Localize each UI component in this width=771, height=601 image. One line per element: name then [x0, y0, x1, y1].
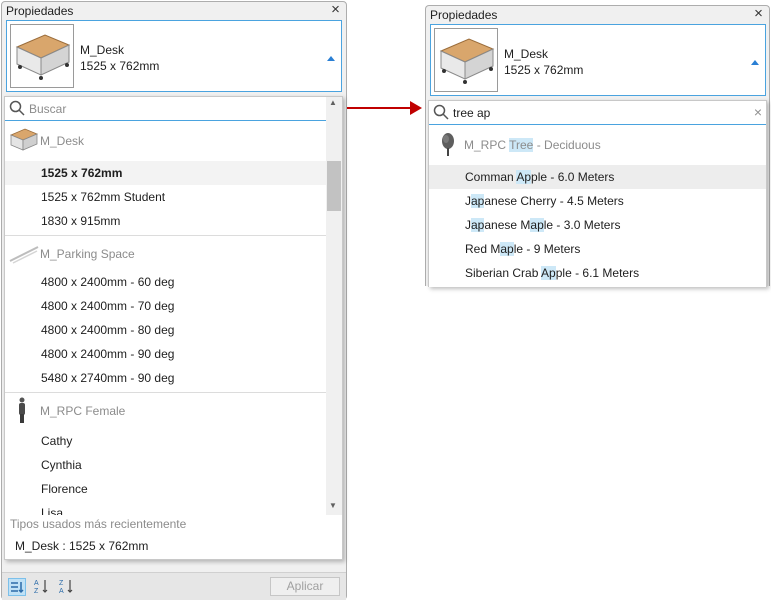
list-item[interactable]: Japanese Maple - 3.0 Meters	[429, 213, 766, 237]
search-input[interactable]: tree ap	[453, 106, 490, 120]
svg-text:A: A	[59, 588, 64, 594]
search-icon	[9, 100, 25, 116]
type-size: 1525 x 762mm	[504, 63, 584, 77]
search-row[interactable]: tree ap ×	[429, 101, 766, 125]
type-list: M_Desk 1525 x 762mm 1525 x 762mm Student…	[5, 123, 342, 515]
list-item[interactable]: Cynthia	[5, 453, 342, 477]
list-item[interactable]: Red Maple - 9 Meters	[429, 237, 766, 261]
list-item[interactable]: 1525 x 762mm	[5, 161, 342, 185]
group-label: M_Desk	[40, 134, 85, 148]
list-item[interactable]: 4800 x 2400mm - 60 deg	[5, 270, 342, 294]
type-list: M_RPC Tree - Deciduous Comman Apple - 6.…	[429, 127, 766, 287]
list-item[interactable]: 5480 x 2740mm - 90 deg	[5, 366, 342, 390]
clear-icon[interactable]: ×	[754, 105, 762, 119]
close-icon[interactable]: ×	[752, 6, 765, 21]
list-item[interactable]: Comman Apple - 6.0 Meters	[429, 165, 766, 189]
group-header-m-parking-space: M_Parking Space	[5, 236, 342, 270]
group-header-m-desk: M_Desk	[5, 123, 342, 157]
list-item[interactable]: Siberian Crab Apple - 6.1 Meters	[429, 261, 766, 285]
type-dropdown-list: tree ap × M_RPC Tree - Deciduous Comman …	[428, 100, 767, 287]
group-header-m-rpc-female: M_RPC Female	[5, 393, 342, 427]
desk-thumbnail	[10, 24, 74, 88]
group-header-m-rpc-tree: M_RPC Tree - Deciduous	[429, 127, 766, 161]
search-match-highlight: Tree	[509, 138, 534, 152]
list-item[interactable]: Florence	[5, 477, 342, 501]
group-label: M_RPC Tree - Deciduous	[464, 138, 601, 152]
group-label: M_RPC Female	[40, 404, 126, 418]
search-icon	[433, 104, 449, 120]
list-item[interactable]: 4800 x 2400mm - 80 deg	[5, 318, 342, 342]
list-item[interactable]: Japanese Cherry - 4.5 Meters	[429, 189, 766, 213]
recent-types-title: Tipos usados más recientemente	[10, 517, 187, 531]
svg-text:A: A	[34, 580, 39, 587]
group-label: M_Parking Space	[40, 247, 135, 261]
scroll-down-icon[interactable]: ▼	[329, 501, 337, 510]
sort-ascending-icon[interactable]: A Z	[33, 578, 51, 596]
tree-icon	[442, 133, 454, 156]
sort-by-group-icon[interactable]	[8, 578, 26, 596]
properties-panel-left: Propiedades × M_Desk 1525 x 762mm Buscar	[1, 1, 347, 600]
search-row[interactable]: Buscar	[5, 97, 342, 121]
list-item[interactable]: Lisa	[5, 501, 342, 515]
parking-space-icon	[9, 246, 39, 264]
dropdown-arrow-icon[interactable]	[327, 56, 335, 61]
desk-icon	[9, 128, 39, 151]
panel-title: Propiedades	[430, 8, 498, 22]
arrow-right-icon	[410, 101, 422, 115]
scroll-up-icon[interactable]: ▲	[329, 98, 337, 107]
scrollbar-thumb[interactable]	[327, 161, 341, 211]
recent-type-item[interactable]: M_Desk : 1525 x 762mm	[15, 539, 148, 553]
type-family-name: M_Desk	[80, 43, 125, 57]
list-item[interactable]: 4800 x 2400mm - 70 deg	[5, 294, 342, 318]
svg-text:Z: Z	[59, 580, 64, 587]
svg-text:Z: Z	[34, 588, 39, 594]
type-selector[interactable]: M_Desk 1525 x 762mm	[430, 24, 766, 96]
list-item[interactable]: 4800 x 2400mm - 90 deg	[5, 342, 342, 366]
list-item[interactable]: 1525 x 762mm Student	[5, 185, 342, 209]
type-selector[interactable]: M_Desk 1525 x 762mm	[6, 20, 342, 92]
search-input[interactable]: Buscar	[29, 102, 66, 116]
sort-descending-icon[interactable]: Z A	[58, 578, 76, 596]
apply-button[interactable]: Aplicar	[270, 577, 340, 596]
vertical-scrollbar[interactable]: ▲ ▼	[326, 97, 342, 515]
type-family-name: M_Desk	[504, 47, 549, 61]
properties-panel-right: Propiedades × M_Desk 1525 x 762mm tree a…	[425, 5, 770, 287]
type-dropdown-list: Buscar M_Desk 1525 x 762mm 1525 x 762mm …	[4, 96, 343, 560]
list-item[interactable]: 1830 x 915mm	[5, 209, 342, 233]
panel-title: Propiedades	[6, 4, 74, 18]
transition-arrow-line	[347, 107, 411, 109]
person-icon	[19, 397, 25, 423]
dropdown-arrow-icon[interactable]	[751, 60, 759, 65]
bottom-toolbar: A Z Z A Aplicar	[2, 572, 346, 600]
list-item[interactable]: Cathy	[5, 429, 342, 453]
desk-thumbnail	[434, 28, 498, 92]
close-icon[interactable]: ×	[329, 2, 342, 17]
type-size: 1525 x 762mm	[80, 59, 160, 73]
